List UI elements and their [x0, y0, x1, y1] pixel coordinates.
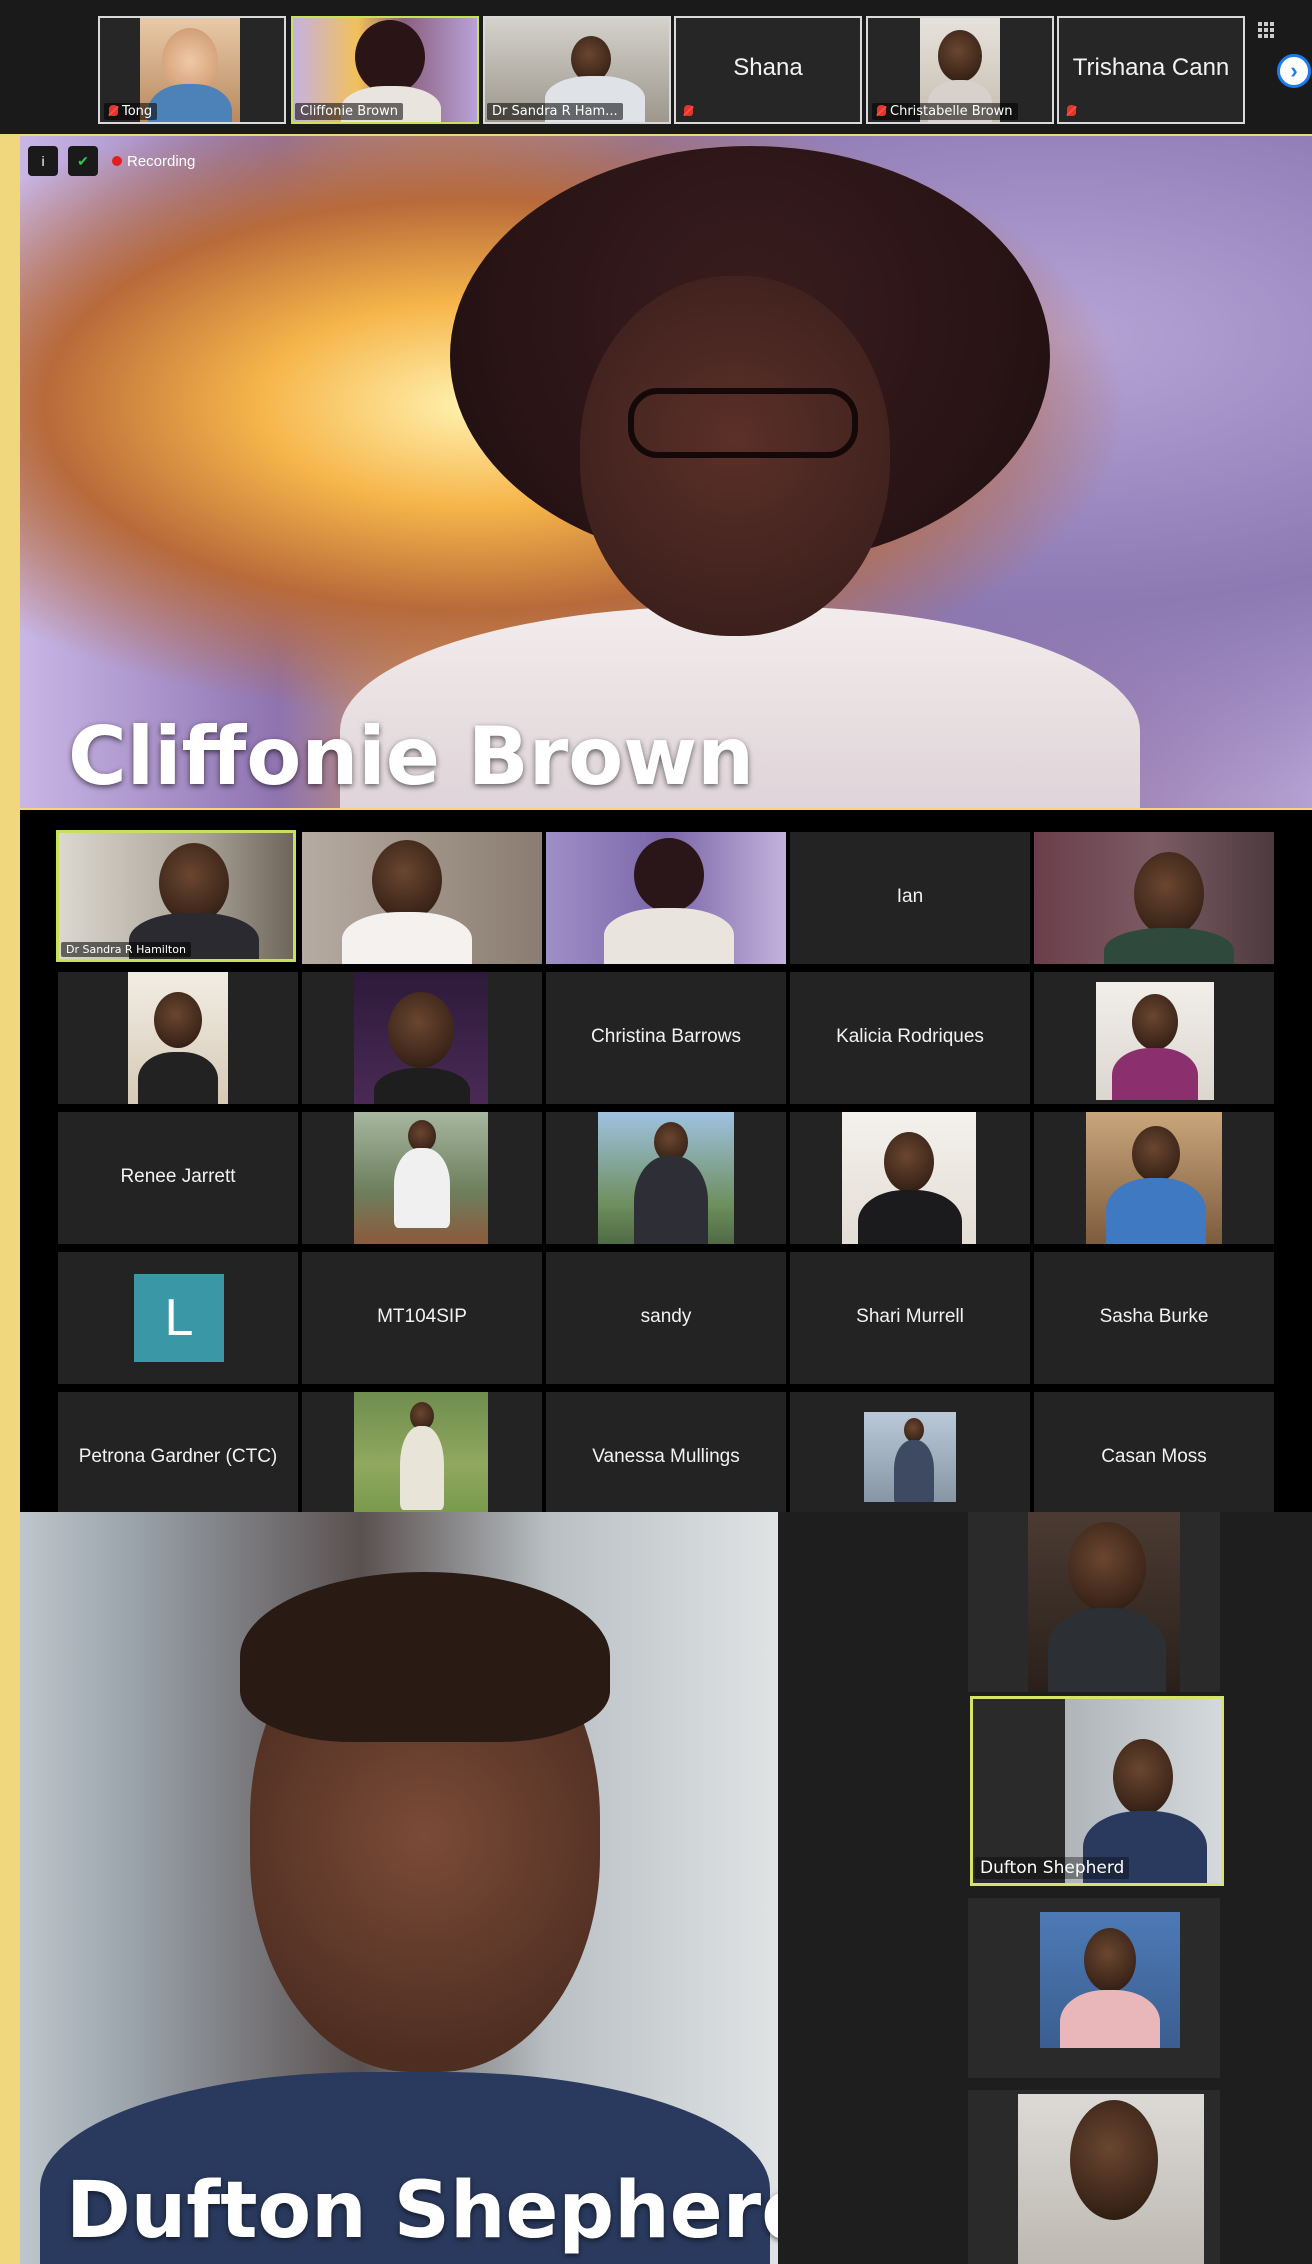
gallery-tile[interactable] [1034, 972, 1274, 1104]
gallery-tile[interactable] [302, 832, 542, 964]
participant-photo [354, 972, 488, 1104]
recording-indicator: Recording [112, 153, 195, 170]
participant-photo [842, 1112, 976, 1244]
gallery-tile-l[interactable]: L [58, 1252, 298, 1384]
tile-name: Renee Jarrett [120, 1166, 236, 1187]
participant-photo [354, 1392, 488, 1512]
tile-name: Dr Sandra R Ham... [487, 103, 623, 120]
participant-photo [864, 1412, 956, 1502]
gallery-tile[interactable] [302, 972, 542, 1104]
tile-name: Ian [896, 886, 924, 907]
gallery-tile[interactable] [546, 1112, 786, 1244]
strip-tile-dr-sandra[interactable]: Dr Sandra R Ham... [483, 16, 671, 124]
strip-tile-dufton-shepherd[interactable]: Dufton Shepherd [970, 1696, 1224, 1886]
shield-icon[interactable]: ✔ [68, 146, 98, 176]
strip-tile-tong[interactable]: Tong [98, 16, 286, 124]
tile-name: Tong [104, 103, 158, 120]
active-speaker-video: Cliffonie Brown [20, 136, 1312, 808]
gallery-tile-petrona-gardner[interactable]: Petrona Gardner (CTC) [58, 1392, 298, 1512]
gallery-tile-sandy[interactable]: sandy [546, 1252, 786, 1384]
chevron-right-icon[interactable]: › [1277, 54, 1311, 88]
gallery-tile[interactable] [790, 1112, 1030, 1244]
speaker-glasses [628, 388, 858, 458]
gallery-tile-casan-moss[interactable]: Casan Moss [1034, 1392, 1274, 1512]
right-participant-strip: Dufton Shepherd [778, 1512, 1312, 2264]
gallery-tile-kalicia-rodriques[interactable]: Kalicia Rodriques [790, 972, 1030, 1104]
tile-name: Cliffonie Brown [295, 103, 403, 120]
tile-name: Shana [733, 54, 803, 81]
tile-name: Kalicia Rodriques [836, 1026, 984, 1047]
gallery-grid: Dr Sandra R Hamilton Ian Christina Barro… [20, 810, 1312, 1512]
participant-video [302, 832, 542, 964]
participant-video [1018, 2094, 1204, 2264]
gallery-tile[interactable] [302, 1392, 542, 1512]
tile-name: Trishana Cann [1072, 54, 1230, 81]
strip-tile[interactable] [968, 1898, 1220, 2078]
record-dot-icon [112, 156, 122, 166]
tile-name: Vanessa Mullings [592, 1446, 740, 1467]
strip-tile-cliffonie-brown[interactable]: Cliffonie Brown [291, 16, 479, 124]
tile-name: Christina Barrows [591, 1026, 741, 1047]
gallery-tile[interactable] [58, 972, 298, 1104]
participant-photo [1096, 982, 1214, 1100]
participant-photo [1086, 1112, 1222, 1244]
tile-name: Dufton Shepherd [975, 1857, 1130, 1879]
participant-photo [598, 1112, 734, 1244]
gallery-tile-shari-murrell[interactable]: Shari Murrell [790, 1252, 1030, 1384]
gallery-tile[interactable] [546, 832, 786, 964]
participant-video [1065, 1699, 1221, 1883]
participant-photo [354, 1112, 488, 1244]
participant-photo [1040, 1912, 1180, 2048]
participant-video [1028, 1512, 1180, 1692]
grid-view-icon[interactable] [1258, 22, 1274, 38]
participant-photo [128, 972, 228, 1104]
info-icon[interactable]: i [28, 146, 58, 176]
tile-name: Sasha Burke [1099, 1306, 1209, 1327]
speaker-name: Cliffonie Brown [68, 710, 755, 803]
speaker-hair [240, 1572, 610, 1742]
tile-name: sandy [640, 1306, 692, 1327]
mic-off-icon [1067, 105, 1076, 116]
gallery-tile-sasha-burke[interactable]: Sasha Burke [1034, 1252, 1274, 1384]
active-speaker-video-2: Dufton Shepherd [20, 1512, 778, 2264]
tile-name: Christabelle Brown [872, 103, 1018, 120]
gallery-tile-vanessa-mullings[interactable]: Vanessa Mullings [546, 1392, 786, 1512]
strip-tile-shana[interactable]: Shana [674, 16, 862, 124]
avatar: L [134, 1274, 224, 1362]
gallery-tile-christina-barrows[interactable]: Christina Barrows [546, 972, 786, 1104]
gallery-tile[interactable] [790, 1392, 1030, 1512]
mic-off-icon [684, 105, 693, 116]
strip-tile[interactable] [968, 2090, 1220, 2264]
tile-name: Shari Murrell [856, 1306, 964, 1327]
gallery-tile-ian[interactable]: Ian [790, 832, 1030, 964]
gallery-tile[interactable] [302, 1112, 542, 1244]
strip-tile[interactable] [968, 1512, 1220, 1692]
gallery-tile[interactable] [1034, 1112, 1274, 1244]
participant-video [1034, 832, 1274, 964]
mic-off-icon [877, 105, 886, 116]
participant-strip: Tong Cliffonie Brown Dr Sandra R Ham... … [0, 0, 1312, 134]
gallery-tile-mt104sip[interactable]: MT104SIP [302, 1252, 542, 1384]
mic-off-icon [109, 105, 118, 116]
gallery-tile-renee-jarrett[interactable]: Renee Jarrett [58, 1112, 298, 1244]
tile-name: Casan Moss [1101, 1446, 1207, 1467]
gallery-tile-dr-sandra-hamilton[interactable]: Dr Sandra R Hamilton [56, 830, 296, 962]
strip-tile-trishana-cann[interactable]: Trishana Cann [1057, 16, 1245, 124]
tile-name: Dr Sandra R Hamilton [61, 942, 191, 957]
tile-name: MT104SIP [377, 1306, 467, 1327]
participant-video [546, 832, 786, 964]
tile-name: Petrona Gardner (CTC) [78, 1446, 278, 1467]
gallery-tile[interactable] [1034, 832, 1274, 964]
speaker-name: Dufton Shepherd [66, 2166, 778, 2256]
strip-tile-christabelle-brown[interactable]: Christabelle Brown [866, 16, 1054, 124]
